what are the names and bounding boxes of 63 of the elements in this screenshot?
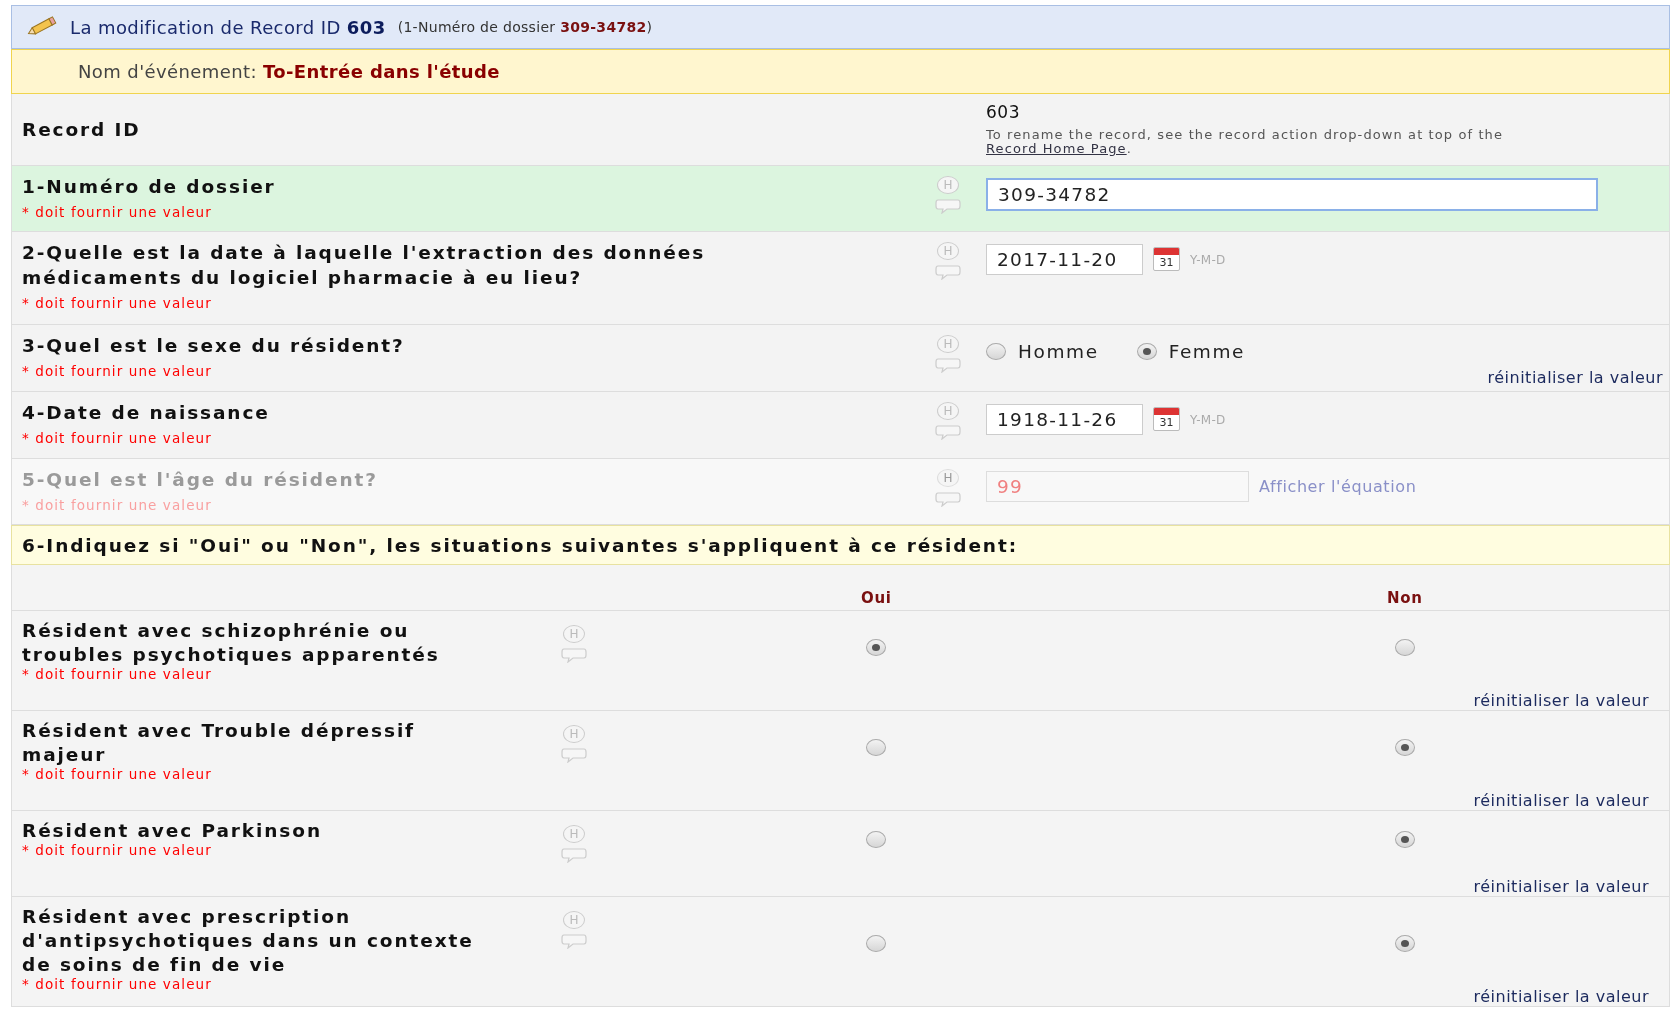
required-note: * doit fournir une valeur [22, 203, 213, 221]
calendar-icon[interactable]: 31 [1153, 407, 1180, 431]
radio-label: Femme [1168, 341, 1246, 362]
radio-button[interactable] [866, 639, 887, 656]
required-note: * doit fournir une valeur [22, 767, 213, 781]
calendar-icon[interactable]: 31 [1153, 247, 1180, 271]
required-note: * doit fournir une valeur [22, 362, 213, 380]
required-note: * doit fournir une valeur [22, 667, 213, 681]
reset-value-link[interactable]: réinitialiser la valeur [1473, 987, 1649, 1006]
comment-icon[interactable] [561, 847, 587, 863]
matrix-row-label: Résident avec Trouble dépressif majeur [22, 719, 417, 767]
text-field[interactable]: 309-34782 [986, 178, 1598, 211]
comment-icon[interactable] [561, 933, 587, 949]
column-header: Oui [861, 589, 892, 607]
comment-icon[interactable] [561, 747, 587, 763]
form-title: La modification de Record ID 603 [70, 16, 386, 38]
matrix-row-label: Résident avec prescription d'antipsychotiques dans un contexte de soins de fin de vie [22, 905, 475, 977]
date-field[interactable]: 2017-11-20 [986, 244, 1143, 275]
pencil-icon [26, 16, 58, 38]
event-name: To-Entrée dans l'étude [262, 61, 500, 82]
required-note: * doit fournir une valeur [22, 496, 213, 514]
radio-button[interactable] [866, 935, 887, 952]
field-label: Record ID [22, 118, 141, 142]
comment-icon[interactable] [935, 264, 961, 280]
radio-button[interactable] [1394, 639, 1415, 656]
radio-button[interactable] [866, 739, 887, 756]
field-label: 4-Date de naissance [22, 401, 271, 425]
comment-icon[interactable] [561, 647, 587, 663]
matrix-row-label: Résident avec Parkinson [22, 819, 323, 843]
reset-value-link[interactable]: réinitialiser la valeur [1473, 791, 1649, 810]
record-id-value: 603 [986, 102, 1021, 122]
radio-button[interactable] [1394, 831, 1415, 848]
date-field[interactable]: 1918-11-26 [986, 404, 1143, 435]
radio-button[interactable] [1394, 935, 1415, 952]
record-subtitle: (1-Numéro de dossier 309-34782) [397, 19, 653, 35]
matrix-row-label: Résident avec schizophrénie ou troubles psychotiques apparentés [22, 619, 441, 667]
comment-icon[interactable] [935, 198, 961, 214]
calculated-field: 99 [986, 471, 1249, 502]
radio-button[interactable] [1136, 343, 1157, 360]
field-label: 5-Quel est l'âge du résident? [22, 468, 379, 492]
required-note: * doit fournir une valeur [22, 294, 213, 312]
event-label: Nom d'événement: [78, 61, 257, 82]
radio-button[interactable] [986, 343, 1006, 360]
matrix-title: 6-Indiquez si "Oui" ou "Non", les situations suivantes s'appliquent à ce résident: [11, 525, 1670, 565]
required-note: * doit fournir une valeur [22, 977, 213, 991]
field-label: 1-Numéro de dossier [22, 175, 277, 199]
reset-value-link[interactable]: réinitialiser la valeur [1473, 877, 1649, 896]
comment-icon[interactable] [935, 357, 961, 373]
required-note: * doit fournir une valeur [22, 429, 213, 447]
comment-icon[interactable] [935, 424, 961, 440]
radio-button[interactable] [1394, 739, 1415, 756]
required-note: * doit fournir une valeur [22, 843, 213, 857]
column-header: Non [1387, 589, 1423, 607]
reset-value-link[interactable]: réinitialiser la valeur [1487, 368, 1663, 387]
date-format-hint: Y-M-D [1190, 413, 1226, 427]
date-format-hint: Y-M-D [1190, 253, 1226, 267]
radio-label: Homme [1018, 341, 1099, 362]
field-label: 3-Quel est le sexe du résident? [22, 334, 406, 358]
reset-value-link[interactable]: réinitialiser la valeur [1473, 691, 1649, 710]
rename-note: To rename the record, see the record action drop-down at top of the Record Home Page. [986, 128, 1505, 156]
record-home-page-link[interactable]: Record Home Page [986, 141, 1127, 156]
field-label: 2-Quelle est la date à laquelle l'extraction des données médicaments du logiciel pharmacie à eu lieu? [22, 241, 707, 290]
radio-button[interactable] [866, 831, 887, 848]
